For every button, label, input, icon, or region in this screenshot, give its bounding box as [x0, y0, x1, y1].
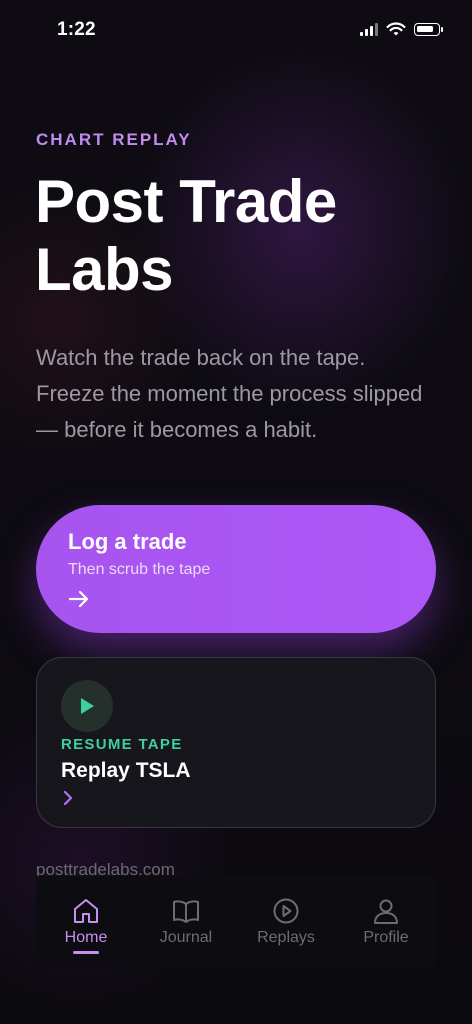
- section-eyebrow: CHART REPLAY: [36, 130, 192, 149]
- status-time: 1:22: [57, 19, 96, 40]
- battery-icon: [414, 23, 443, 36]
- wifi-icon: [386, 22, 406, 36]
- play-button[interactable]: [61, 680, 113, 732]
- resume-tape-card[interactable]: RESUME TAPE Replay TSLA: [36, 657, 436, 828]
- page-title: Post Trade Labs: [35, 168, 337, 303]
- log-trade-title: Log a trade: [68, 529, 187, 554]
- active-tab-indicator: [73, 951, 99, 954]
- play-circle-icon: [273, 898, 299, 924]
- tab-replays[interactable]: Replays: [236, 876, 336, 966]
- user-icon: [374, 899, 398, 924]
- signal-icon: [360, 23, 378, 36]
- log-trade-button[interactable]: Log a trade Then scrub the tape: [36, 505, 436, 633]
- resume-label: RESUME TAPE: [61, 736, 183, 753]
- resume-title: Replay TSLA: [61, 759, 191, 782]
- tab-home[interactable]: Home: [36, 876, 136, 966]
- hero-description: Watch the trade back on the tape. Freeze…: [36, 345, 423, 442]
- status-icons: [360, 22, 443, 37]
- tab-profile[interactable]: Profile: [336, 876, 436, 966]
- chevron-right-icon: [63, 790, 73, 806]
- tab-bar: Home Journal Replays Profile: [36, 876, 436, 966]
- tab-home-label: Home: [64, 929, 108, 946]
- tab-replays-label: Replays: [257, 929, 315, 946]
- play-icon: [81, 698, 94, 714]
- tab-journal[interactable]: Journal: [136, 876, 236, 966]
- app-screen: 1:22 CHART REPLAY Post Trade Labs Watch …: [0, 0, 472, 1024]
- home-icon: [74, 899, 98, 923]
- status-bar: 1:22: [0, 0, 472, 64]
- log-trade-subtitle: Then scrub the tape: [68, 561, 211, 578]
- tab-profile-label: Profile: [363, 929, 409, 946]
- book-icon: [173, 900, 199, 923]
- arrow-right-icon: [68, 590, 89, 608]
- tab-journal-label: Journal: [159, 929, 213, 946]
